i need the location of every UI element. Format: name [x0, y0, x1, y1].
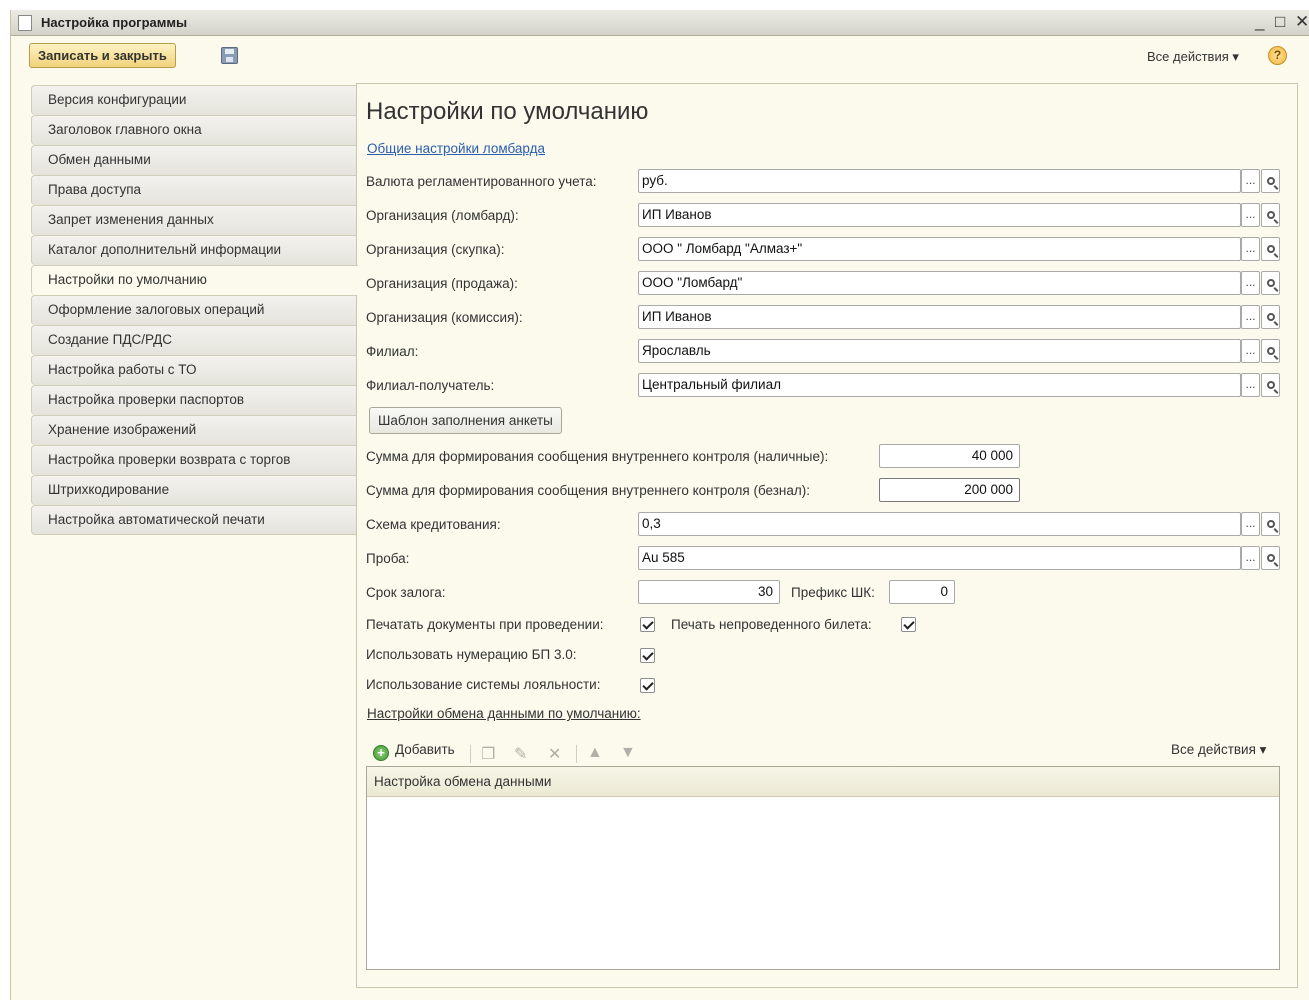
ellipsis-icon[interactable]: ...	[1241, 512, 1260, 536]
toolbar-separator	[576, 745, 577, 763]
sum-cash-label: Сумма для формирования сообщения внутрен…	[366, 449, 829, 464]
print-unposted-checkbox[interactable]	[901, 617, 916, 632]
currency-field[interactable]: руб.	[638, 169, 1241, 193]
sidebar-item-main-window-title[interactable]: Заголовок главного окна	[31, 115, 357, 145]
print-docs-label: Печатать документы при проведении:	[366, 617, 604, 632]
ellipsis-icon[interactable]: ...	[1241, 546, 1260, 570]
use-loyalty-checkbox[interactable]	[640, 678, 655, 693]
sidebar-item-access-rights[interactable]: Права доступа	[31, 175, 357, 205]
title-bar: Настройка программы _ □ ✕	[11, 10, 1309, 36]
arrow-down-icon[interactable]: ▼	[620, 744, 636, 762]
delete-icon[interactable]: ✕	[548, 744, 561, 764]
copy-icon[interactable]: ❐	[481, 744, 495, 764]
settings-window: Настройка программы _ □ ✕ Записать и зак…	[10, 10, 1309, 1000]
sidebar-item-data-exchange[interactable]: Обмен данными	[31, 145, 357, 175]
sidebar-item-data-lock[interactable]: Запрет изменения данных	[31, 205, 357, 235]
sum-noncash-label: Сумма для формирования сообщения внутрен…	[366, 483, 811, 498]
search-icon[interactable]	[1261, 169, 1280, 193]
table-column-header[interactable]: Настройка обмена данными	[367, 767, 1279, 797]
pencil-icon[interactable]: ✎	[514, 744, 527, 764]
receiver-branch-field[interactable]: Центральный филиал	[638, 373, 1241, 397]
sidebar-item-passport-check[interactable]: Настройка проверки паспортов	[31, 385, 357, 415]
sidebar-item-extra-info-catalog[interactable]: Каталог дополнительнй информации	[31, 235, 357, 265]
add-button[interactable]: Добавить	[395, 742, 455, 757]
org-sale-field[interactable]: ООО "Ломбард"	[638, 271, 1241, 295]
probe-label: Проба:	[366, 551, 410, 566]
search-icon[interactable]	[1261, 546, 1280, 570]
command-bar: Записать и закрыть Все действия ▾ ?	[11, 37, 1309, 77]
minimize-button[interactable]: _	[1255, 12, 1264, 32]
field-label-org-sale: Организация (продажа):	[366, 276, 518, 291]
sidebar-item-pledge-operations[interactable]: Оформление залоговых операций	[31, 295, 357, 325]
search-icon[interactable]	[1261, 271, 1280, 295]
credit-scheme-label: Схема кредитования:	[366, 517, 501, 532]
ellipsis-icon[interactable]: ...	[1241, 271, 1260, 295]
sidebar-item-pds-rds[interactable]: Создание ПДС/РДС	[31, 325, 357, 355]
credit-scheme-field[interactable]: 0,3	[638, 512, 1241, 536]
sum-cash-field[interactable]: 40 000	[879, 444, 1020, 468]
sidebar-item-auction-return-check[interactable]: Настройка проверки возврата с торгов	[31, 445, 357, 475]
search-icon[interactable]	[1261, 237, 1280, 261]
use-bp30-checkbox[interactable]	[640, 648, 655, 663]
field-label-org-pawnshop: Организация (ломбард):	[366, 208, 519, 223]
pledge-term-field[interactable]: 30	[638, 580, 780, 604]
org-pawnshop-field[interactable]: ИП Иванов	[638, 203, 1241, 227]
exchange-settings-section-label[interactable]: Настройки обмена данными по умолчанию:	[367, 706, 641, 721]
field-label-org-buyout: Организация (скупка):	[366, 242, 505, 257]
barcode-prefix-field[interactable]: 0	[889, 580, 955, 604]
search-icon[interactable]	[1261, 339, 1280, 363]
window-title: Настройка программы	[41, 15, 188, 30]
exchange-settings-table[interactable]: Настройка обмена данными	[366, 766, 1280, 970]
probe-field[interactable]: Au 585	[638, 546, 1241, 570]
pledge-term-label: Срок залога:	[366, 585, 446, 600]
use-loyalty-label: Использование системы лояльности:	[366, 677, 601, 692]
field-label-org-commission: Организация (комиссия):	[366, 310, 523, 325]
use-bp30-label: Использовать нумерацию БП 3.0:	[366, 647, 577, 662]
field-label-receiver-branch: Филиал-получатель:	[366, 378, 495, 393]
sidebar-item-config-version[interactable]: Версия конфигурации	[31, 85, 357, 115]
sidebar-item-barcoding[interactable]: Штрихкодирование	[31, 475, 357, 505]
table-all-actions-menu[interactable]: Все действия ▾	[1171, 742, 1266, 758]
search-icon[interactable]	[1261, 512, 1280, 536]
close-button[interactable]: ✕	[1295, 12, 1309, 32]
ellipsis-icon[interactable]: ...	[1241, 339, 1260, 363]
ellipsis-icon[interactable]: ...	[1241, 305, 1260, 329]
search-icon[interactable]	[1261, 373, 1280, 397]
org-commission-field[interactable]: ИП Иванов	[638, 305, 1241, 329]
field-label-currency: Валюта регламентированного учета:	[366, 174, 597, 189]
search-icon[interactable]	[1261, 203, 1280, 227]
settings-sidebar: Версия конфигурации Заголовок главного о…	[31, 85, 358, 535]
org-buyout-field[interactable]: ООО " Ломбард "Алмаз+"	[638, 237, 1241, 261]
print-docs-checkbox[interactable]	[640, 617, 655, 632]
document-icon	[18, 15, 32, 31]
sum-noncash-field[interactable]: 200 000	[879, 478, 1020, 502]
sidebar-item-to-settings[interactable]: Настройка работы с ТО	[31, 355, 357, 385]
questionnaire-template-button[interactable]: Шаблон заполнения анкеты	[369, 407, 562, 434]
sidebar-item-defaults[interactable]: Настройки по умолчанию	[31, 265, 358, 295]
toolbar-separator	[470, 745, 471, 763]
sidebar-item-auto-print[interactable]: Настройка автоматической печати	[31, 505, 357, 535]
barcode-prefix-label: Префикс ШК:	[791, 585, 875, 600]
field-label-branch: Филиал:	[366, 344, 419, 359]
search-icon[interactable]	[1261, 305, 1280, 329]
arrow-up-icon[interactable]: ▲	[587, 744, 603, 762]
ellipsis-icon[interactable]: ...	[1241, 373, 1260, 397]
branch-field[interactable]: Ярославль	[638, 339, 1241, 363]
maximize-button[interactable]: □	[1275, 12, 1285, 32]
all-actions-menu[interactable]: Все действия ▾	[1147, 49, 1239, 65]
ellipsis-icon[interactable]: ...	[1241, 237, 1260, 261]
general-settings-link[interactable]: Общие настройки ломбарда	[367, 141, 545, 156]
sidebar-item-image-storage[interactable]: Хранение изображений	[31, 415, 357, 445]
save-and-close-button[interactable]: Записать и закрыть	[29, 43, 176, 68]
ellipsis-icon[interactable]: ...	[1241, 169, 1260, 193]
plus-circle-icon[interactable]: +	[373, 745, 389, 761]
ellipsis-icon[interactable]: ...	[1241, 203, 1260, 227]
print-unposted-label: Печать непроведенного билета:	[671, 617, 872, 632]
help-icon[interactable]: ?	[1268, 46, 1287, 65]
floppy-disk-icon[interactable]	[221, 47, 238, 64]
page-title: Настройки по умолчанию	[366, 98, 649, 125]
